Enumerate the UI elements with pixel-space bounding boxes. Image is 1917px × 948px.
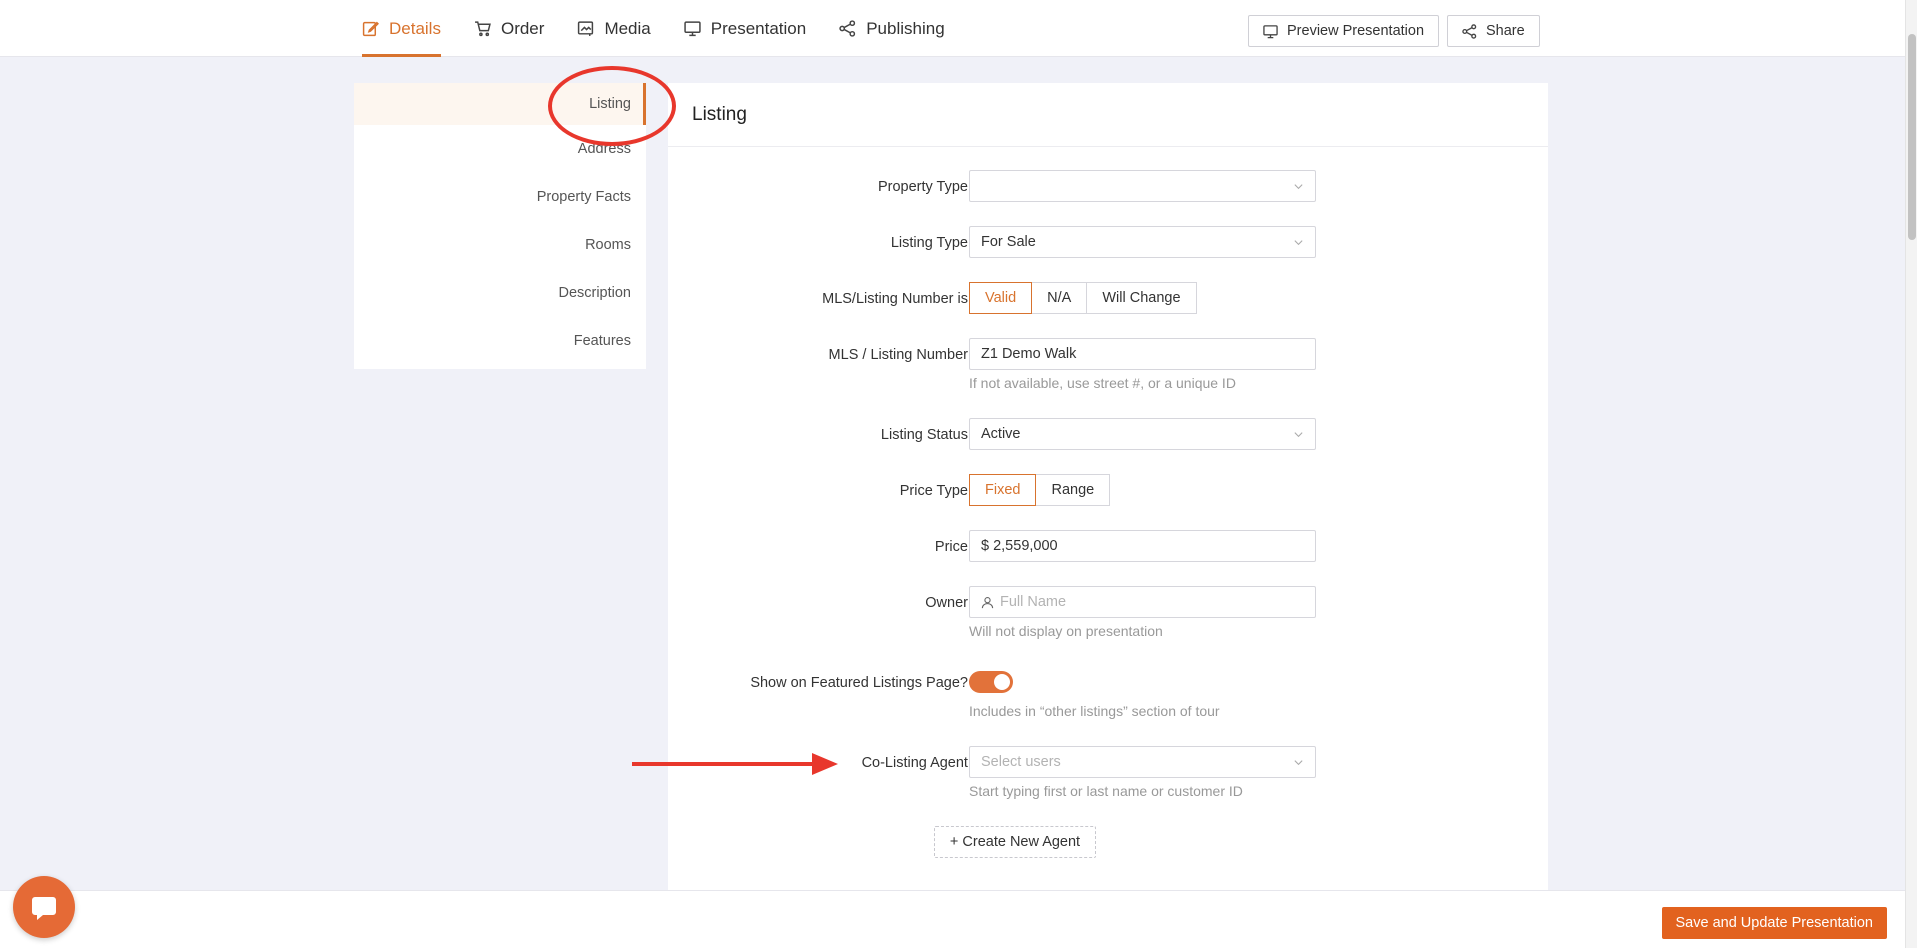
preview-presentation-button[interactable]: Preview Presentation bbox=[1248, 15, 1440, 47]
save-and-update-button[interactable]: Save and Update Presentation bbox=[1661, 907, 1887, 939]
co-agent-label: Co-Listing Agent bbox=[862, 755, 975, 771]
mls-number-value: Z1 Demo Walk bbox=[981, 346, 1077, 362]
edit-icon bbox=[362, 21, 379, 37]
mls-number-input[interactable]: Z1 Demo Walk bbox=[969, 338, 1316, 370]
annotation-arrow bbox=[632, 753, 838, 775]
co-agent-select[interactable]: Select users bbox=[969, 746, 1316, 778]
listing-status-select[interactable]: Active bbox=[969, 418, 1316, 450]
subnav-item-property-facts[interactable]: Property Facts bbox=[354, 173, 646, 221]
listing-type-select[interactable]: For Sale bbox=[969, 226, 1316, 258]
create-new-agent-button[interactable]: + Create New Agent bbox=[934, 826, 1096, 858]
scrollbar-thumb[interactable] bbox=[1908, 34, 1916, 240]
share-nodes-icon bbox=[839, 20, 856, 37]
mls-validity-label: MLS/Listing Number is bbox=[822, 291, 975, 307]
price-fixed-option[interactable]: Fixed bbox=[969, 474, 1037, 506]
user-icon bbox=[981, 596, 994, 608]
owner-placeholder: Full Name bbox=[1000, 594, 1067, 610]
mls-will-change-option[interactable]: Will Change bbox=[1086, 282, 1197, 314]
media-icon bbox=[578, 21, 594, 36]
chevron-down-icon bbox=[1294, 432, 1303, 438]
share-label: Share bbox=[1486, 23, 1525, 39]
chevron-down-icon bbox=[1294, 240, 1303, 246]
property-type-label: Property Type bbox=[878, 179, 975, 195]
chevron-down-icon bbox=[1294, 760, 1303, 766]
chat-bubble-icon bbox=[32, 897, 56, 920]
top-nav-bar: Details Order Media Presentation Publish… bbox=[0, 0, 1905, 57]
tab-label: Details bbox=[389, 18, 441, 38]
cart-icon bbox=[475, 21, 491, 37]
listing-form-card: Listing Property Type Listing Type For S… bbox=[668, 83, 1548, 903]
listing-type-label: Listing Type bbox=[891, 235, 975, 251]
monitor-icon bbox=[684, 21, 701, 37]
price-input[interactable]: $ 2,559,000 bbox=[969, 530, 1316, 562]
featured-label: Show on Featured Listings Page? bbox=[750, 675, 975, 691]
subnav-item-rooms[interactable]: Rooms bbox=[354, 221, 646, 269]
mls-na-option[interactable]: N/A bbox=[1031, 282, 1088, 314]
tab-publishing[interactable]: Publishing bbox=[839, 0, 945, 57]
annotation-circle bbox=[548, 66, 676, 146]
chat-widget-button[interactable] bbox=[13, 876, 75, 938]
subnav-item-features[interactable]: Features bbox=[354, 317, 646, 365]
tab-order[interactable]: Order bbox=[474, 0, 544, 57]
subnav-item-description[interactable]: Description bbox=[354, 269, 646, 317]
mls-validity-segmented: Valid N/A Will Change bbox=[969, 282, 1197, 314]
tab-label: Order bbox=[500, 18, 545, 38]
share-icon bbox=[1462, 23, 1477, 39]
bottom-action-bar: Save and Update Presentation bbox=[0, 890, 1905, 948]
tab-label: Publishing bbox=[866, 18, 945, 38]
co-agent-hint: Start typing first or last name or custo… bbox=[969, 783, 1243, 799]
price-type-segmented: Fixed Range bbox=[969, 474, 1111, 506]
listing-type-value: For Sale bbox=[981, 234, 1036, 250]
price-value: $ 2,559,000 bbox=[981, 538, 1058, 554]
main-tabs: Details Order Media Presentation Publish… bbox=[362, 0, 978, 57]
co-agent-placeholder: Select users bbox=[981, 754, 1061, 770]
owner-label: Owner bbox=[925, 595, 975, 611]
featured-hint: Includes in “other listings” section of … bbox=[969, 703, 1220, 719]
tab-details[interactable]: Details bbox=[362, 0, 441, 57]
tab-label: Presentation bbox=[710, 18, 807, 38]
page-scrollbar[interactable] bbox=[1905, 0, 1917, 948]
mls-number-hint: If not available, use street #, or a uni… bbox=[969, 375, 1236, 391]
listing-status-value: Active bbox=[981, 426, 1021, 442]
mls-number-label: MLS / Listing Number bbox=[829, 347, 975, 363]
monitor-icon bbox=[1263, 24, 1278, 38]
tab-label: Media bbox=[604, 18, 651, 38]
price-type-label: Price Type bbox=[900, 483, 975, 499]
preview-label: Preview Presentation bbox=[1287, 23, 1425, 39]
tab-media[interactable]: Media bbox=[577, 0, 651, 57]
listing-status-label: Listing Status bbox=[881, 427, 975, 443]
owner-input[interactable]: Full Name bbox=[969, 586, 1316, 618]
tab-presentation[interactable]: Presentation bbox=[684, 0, 806, 57]
share-button[interactable]: Share bbox=[1447, 15, 1540, 47]
mls-valid-option[interactable]: Valid bbox=[969, 282, 1033, 314]
chevron-down-icon bbox=[1294, 184, 1303, 190]
toggle-knob bbox=[994, 674, 1010, 690]
owner-hint: Will not display on presentation bbox=[969, 623, 1163, 639]
featured-toggle[interactable] bbox=[969, 671, 1013, 693]
price-range-option[interactable]: Range bbox=[1035, 474, 1111, 506]
form-title: Listing bbox=[668, 83, 1548, 147]
property-type-select[interactable] bbox=[969, 170, 1316, 202]
